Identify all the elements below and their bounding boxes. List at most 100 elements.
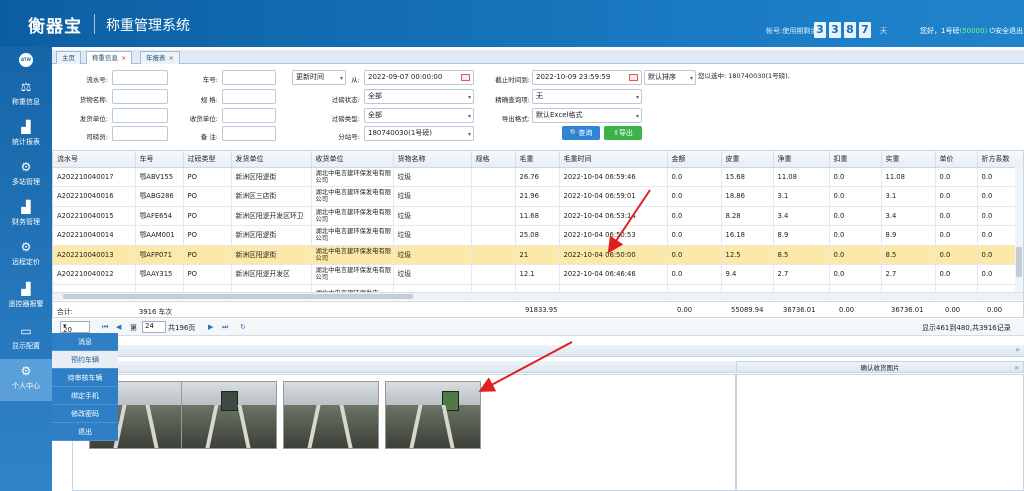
column-header[interactable]: 收货单位: [311, 151, 394, 168]
export-format-select[interactable]: 默认Excel格式 ▾: [532, 108, 642, 123]
tab-annual-report[interactable]: 年报表 ×: [140, 51, 180, 64]
filter-panel: 流水号: 货物名称: 发货单位: 司磅员: 车号: 规 格: 收货单位: 备 注…: [52, 64, 1024, 150]
column-header[interactable]: 货物名称: [393, 151, 472, 168]
station-select[interactable]: 180740030(1号磅) ▾: [364, 126, 474, 141]
scroll-thumb[interactable]: [63, 294, 413, 299]
scroll-thumb[interactable]: [1016, 247, 1022, 277]
plate-input[interactable]: [222, 70, 276, 85]
table-row[interactable]: A202210040013 鄂AFP071 PO 新洲区阳逻街 湖北中电言建环保发电有限…: [53, 245, 1023, 265]
table-cell: 21.96: [515, 186, 560, 207]
table-cell: PO: [183, 167, 232, 187]
days-unit: 天: [880, 27, 887, 35]
collapsed-panel-bar[interactable]: »: [52, 345, 1024, 357]
chevron-down-icon: ▾: [689, 75, 693, 82]
sidebar-item-alarm[interactable]: ▟ 遥控器报警: [0, 277, 52, 315]
calendar-icon[interactable]: [461, 74, 470, 81]
weighing-photo[interactable]: [283, 381, 379, 449]
submenu-bind-phone[interactable]: 绑定手机: [52, 387, 118, 405]
column-header[interactable]: 流水号: [53, 151, 136, 168]
submenu-exit[interactable]: 退出: [52, 423, 118, 441]
spec-input[interactable]: [222, 89, 276, 104]
table-row[interactable]: A202210040017 鄂ABV155 PO 新洲区阳逻街 湖北中电言建环保发电有限…: [53, 167, 1023, 187]
table-cell: 垃圾: [393, 186, 472, 207]
page-size-select[interactable]: 20 ▾: [60, 321, 90, 334]
column-header[interactable]: 金额: [667, 151, 722, 168]
avatar[interactable]: ATW: [19, 53, 33, 67]
sidebar-item-reports[interactable]: ▟ 统计报表: [0, 115, 52, 153]
sidebar-item-finance[interactable]: ▟ 财务管理: [0, 195, 52, 233]
note-input[interactable]: [222, 126, 276, 141]
table-cell: 11.08: [773, 167, 830, 187]
refresh-icon[interactable]: ↻: [240, 323, 246, 331]
close-icon[interactable]: ×: [121, 54, 126, 62]
sidebar-item-multistation[interactable]: ⚙ 多站管理: [0, 155, 52, 193]
sender-input[interactable]: [112, 108, 168, 123]
table-cell: 新洲区阳逻街: [231, 245, 312, 265]
search-button[interactable]: 🔍查询: [562, 126, 600, 140]
table-cell: PO: [183, 206, 232, 226]
first-page-icon[interactable]: ⏮: [102, 323, 108, 332]
receiver-input[interactable]: [222, 108, 276, 123]
table-cell: 0.0: [935, 186, 978, 207]
column-header[interactable]: 毛重: [515, 151, 560, 168]
table-cell: 垃圾: [393, 167, 472, 187]
weighing-photo[interactable]: [385, 381, 481, 449]
table-row[interactable]: A202210040012 鄂AAY315 PO 新洲区阳逻开发区 湖北中电言建环保发电…: [53, 264, 1023, 285]
vertical-scrollbar[interactable]: [1015, 167, 1023, 292]
logout-link[interactable]: 安全退出: [995, 27, 1023, 35]
tab-weighing[interactable]: 称重信息 ×: [86, 51, 133, 64]
next-page-icon[interactable]: ▶: [208, 323, 213, 331]
to-date-input[interactable]: 2022-10-09 23:59:59: [532, 70, 642, 85]
double-chevron-down-icon[interactable]: »: [1015, 345, 1020, 354]
serial-input[interactable]: [112, 70, 168, 85]
status-select[interactable]: 全部 ▾: [364, 89, 474, 104]
table-cell: 8.9: [773, 225, 830, 246]
double-chevron-right-icon[interactable]: »: [1014, 362, 1019, 374]
sidebar-item-personal[interactable]: ⚙ 个人中心: [0, 359, 52, 401]
driver-input[interactable]: [112, 126, 168, 141]
column-header[interactable]: 净重: [773, 151, 830, 168]
last-page-icon[interactable]: ⏭: [222, 323, 228, 332]
digit: 7: [859, 22, 871, 38]
page-number-input[interactable]: 24: [142, 321, 166, 333]
submenu-reserved-vehicles[interactable]: 预约车辆: [52, 351, 118, 369]
column-header[interactable]: 车号: [135, 151, 184, 168]
column-header[interactable]: 皮重: [721, 151, 774, 168]
column-header[interactable]: 折方系数: [977, 151, 1023, 168]
table-row[interactable]: A202210040015 鄂AFE654 PO 新洲区阳逻开发区环卫 湖北中电言建环保…: [53, 206, 1023, 226]
sort-select[interactable]: 默认排序 ▾: [644, 70, 696, 85]
prev-page-icon[interactable]: ◀: [116, 323, 121, 331]
column-header[interactable]: 实重: [881, 151, 936, 168]
export-button[interactable]: ⇪导出: [604, 126, 642, 140]
column-header[interactable]: 毛重时间: [559, 151, 668, 168]
table-row[interactable]: A202210040016 鄂ABG286 PO 新洲区三店街 湖北中电言建环保发电有限…: [53, 186, 1023, 207]
column-header[interactable]: 发货单位: [231, 151, 312, 168]
from-date-input[interactable]: 2022-09-07 00:00:00: [364, 70, 474, 85]
submenu-pending-vehicles[interactable]: 待审核车辆: [52, 369, 118, 387]
close-icon[interactable]: ×: [169, 54, 174, 62]
table-row[interactable]: A202210040014 鄂AAM001 PO 新洲区阳逻街 湖北中电言建环保发电有限…: [53, 225, 1023, 246]
horizontal-scrollbar[interactable]: [53, 292, 1023, 300]
goods-input[interactable]: [112, 89, 168, 104]
calendar-icon[interactable]: [629, 74, 638, 81]
summary-count: 3916 车次: [139, 308, 173, 316]
submenu-messages[interactable]: 消息: [52, 333, 118, 351]
table-cell: 鄂ABV155: [135, 167, 184, 187]
summary-factor: 0.00: [987, 306, 1003, 314]
column-header[interactable]: 扣重: [829, 151, 882, 168]
sidebar-item-weighing[interactable]: ⚖ 称重信息: [0, 75, 52, 113]
type-select[interactable]: 全部 ▾: [364, 108, 474, 123]
table-cell: 0.0: [935, 264, 978, 285]
exact-select[interactable]: 无 ▾: [532, 89, 642, 104]
submenu-change-password[interactable]: 修改密码: [52, 405, 118, 423]
sidebar-item-display[interactable]: ▭ 显示配置: [0, 319, 52, 357]
sidebar-item-label: 统计报表: [12, 138, 40, 146]
column-header[interactable]: 单价: [935, 151, 978, 168]
column-header[interactable]: 过磅类型: [183, 151, 232, 168]
weighing-photo[interactable]: [181, 381, 277, 449]
table-cell: 0.0: [667, 206, 722, 226]
table-cell: [471, 264, 516, 285]
sidebar-item-pricing[interactable]: ⚙ 远程定价: [0, 235, 52, 273]
tab-home[interactable]: 主页: [56, 51, 81, 64]
column-header[interactable]: 规格: [471, 151, 516, 168]
